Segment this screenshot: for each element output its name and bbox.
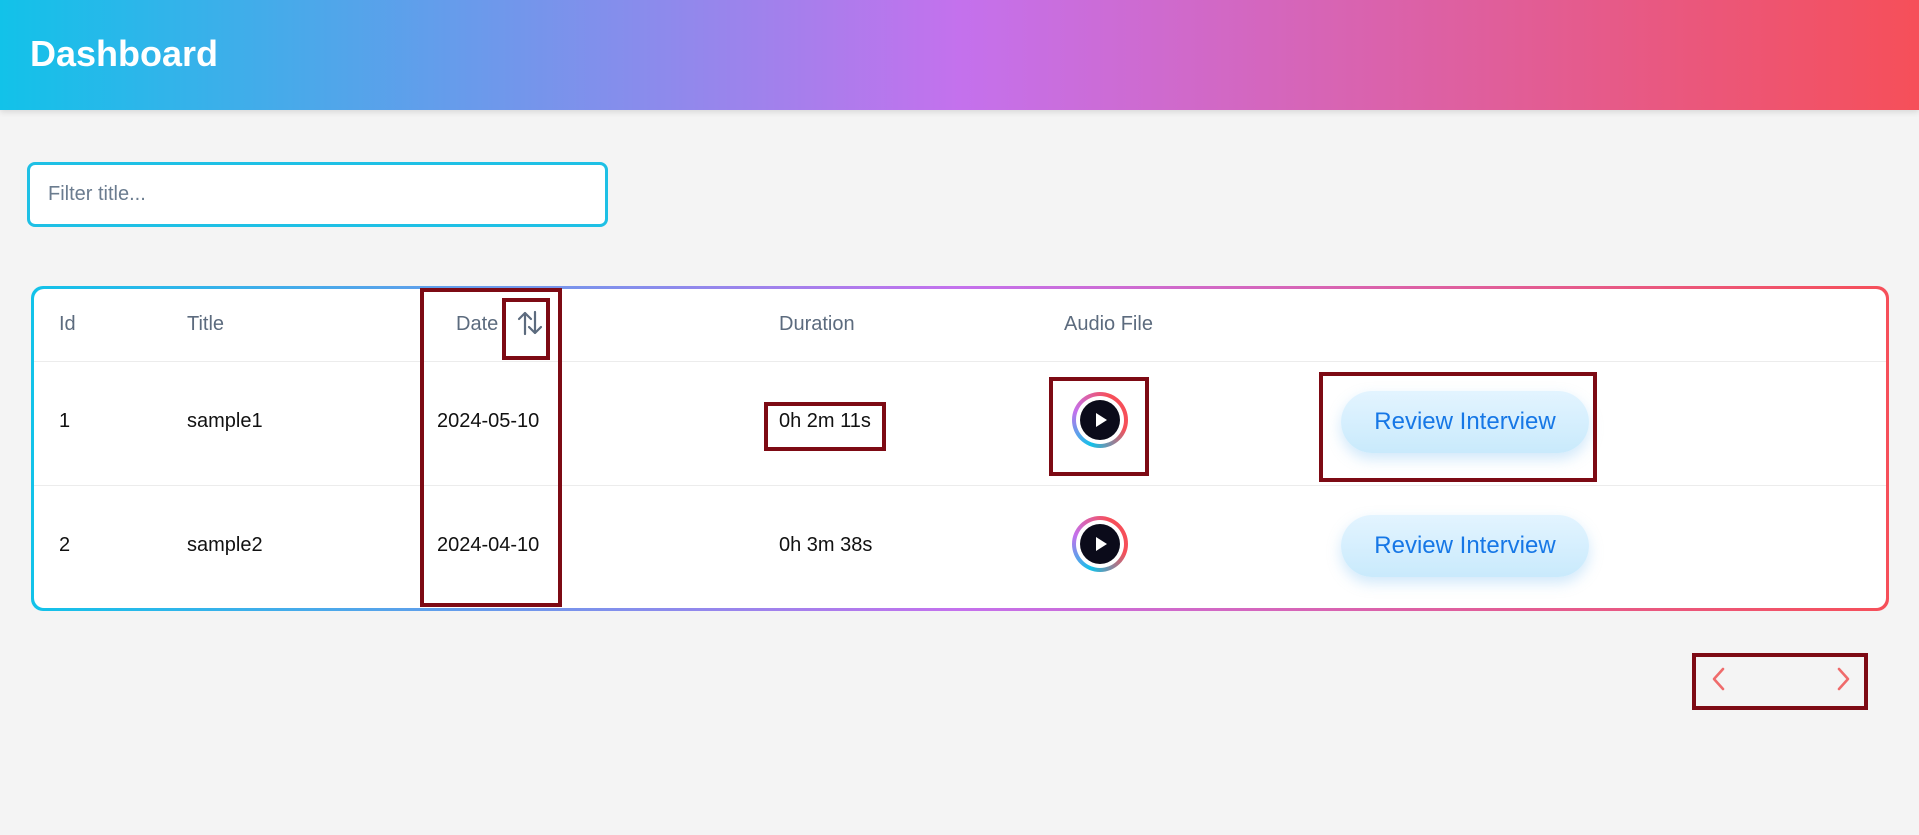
- cell-duration: 0h 2m 11s: [779, 410, 871, 432]
- page-title: Dashboard: [30, 33, 219, 74]
- column-header-duration: Duration: [779, 313, 855, 335]
- filter-title-input[interactable]: [30, 165, 605, 224]
- row-divider: [34, 361, 1886, 362]
- play-icon[interactable]: [1072, 392, 1128, 448]
- play-icon[interactable]: [1072, 516, 1128, 572]
- column-header-date[interactable]: Date: [456, 313, 498, 336]
- row-divider: [34, 485, 1886, 486]
- cell-date: 2024-04-10: [437, 534, 540, 556]
- app-header: Dashboard: [0, 0, 1919, 110]
- cell-date: 2024-05-10: [437, 410, 540, 432]
- interviews-table: Id Title Date Duration Audio File 1 samp…: [31, 286, 1889, 611]
- review-interview-button[interactable]: Review Interview: [1341, 515, 1589, 577]
- cell-title: sample1: [187, 410, 263, 432]
- sort-up-down-icon[interactable]: [515, 306, 545, 340]
- cell-id: 1: [59, 410, 71, 432]
- table-body: Id Title Date Duration Audio File 1 samp…: [34, 289, 1886, 608]
- cell-duration: 0h 3m 38s: [779, 534, 873, 556]
- column-header-title: Title: [187, 313, 225, 335]
- cell-title: sample2: [187, 534, 263, 556]
- chevron-left-icon[interactable]: [1704, 662, 1734, 696]
- cell-id: 2: [59, 534, 71, 556]
- column-header-audio-file: Audio File: [1064, 313, 1153, 335]
- chevron-right-icon[interactable]: [1828, 662, 1858, 696]
- filter-field[interactable]: [27, 162, 608, 227]
- review-interview-button[interactable]: Review Interview: [1341, 391, 1589, 453]
- column-header-id: Id: [59, 313, 76, 335]
